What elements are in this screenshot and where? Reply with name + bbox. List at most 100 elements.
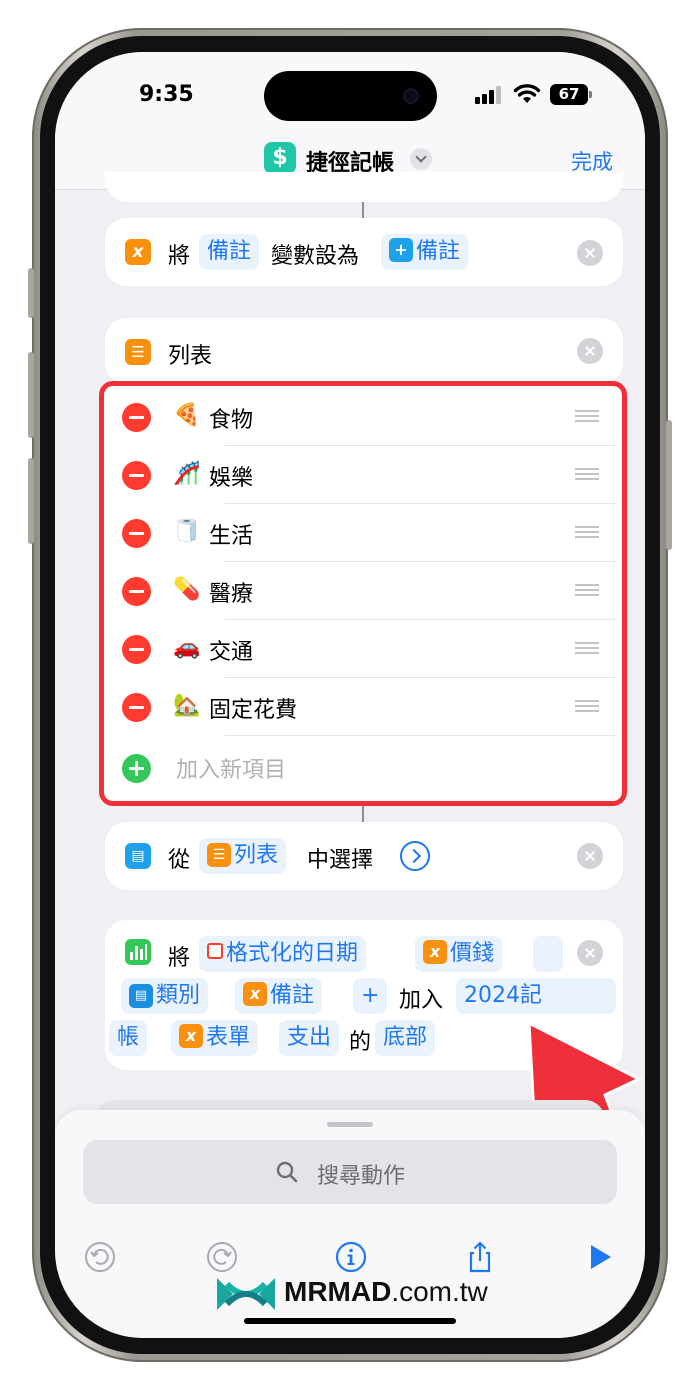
roller-coaster-icon: 🎢 [173,461,201,486]
variable-icon: x [423,940,447,964]
variable-value-label: 備註 [416,239,461,264]
reorder-handle-icon[interactable] [575,700,599,712]
battery-icon: 67 [550,84,592,105]
list-item-label[interactable]: 固定花費 [209,692,297,724]
volume-down-button [28,458,34,544]
connector-line [362,202,364,218]
info-icon[interactable] [334,1240,368,1274]
formatted-date-token[interactable]: 格式化的日期 [199,936,367,972]
power-button [666,420,672,550]
list-icon: ☰ [207,843,231,867]
play-icon[interactable] [583,1240,617,1274]
variable-name-token[interactable]: 備註 [199,234,260,270]
list-item-label[interactable]: 醫療 [209,576,253,608]
mrmad-logo-icon [217,1278,275,1310]
list-item-label[interactable]: 生活 [209,518,253,550]
toilet-paper-icon: 🧻 [173,519,201,544]
brand-text: MRMAD.com.tw [284,1276,488,1308]
dynamic-island [264,71,437,121]
add-text: 加入 [399,988,444,1013]
reorder-handle-icon[interactable] [575,468,599,480]
plus-token[interactable]: + [353,978,388,1014]
spreadsheet-token-part1[interactable]: 2024記 [456,978,616,1014]
list-item: 🧻 生活 [110,504,615,562]
search-icon [276,1161,298,1183]
delete-item-button[interactable] [122,519,151,548]
divider [225,735,615,736]
delete-item-button[interactable] [122,577,151,606]
list-item-label[interactable]: 食物 [209,402,253,434]
previous-action-card [105,172,623,202]
redo-icon[interactable] [205,1240,239,1274]
reorder-handle-icon[interactable] [575,410,599,422]
list-action-card: ☰ 列表 [105,318,623,384]
choose-from-list-card: ▤ 從 ☰ 列表 中選擇 [105,822,623,890]
share-icon[interactable] [463,1240,497,1274]
numbers-app-icon [125,939,151,965]
status-bar: 9:35 67 [55,52,645,142]
expense-token[interactable]: 支出 [279,1020,340,1056]
connector-line [362,806,364,822]
list-item-label[interactable]: 娛樂 [209,460,253,492]
choose-text: 中選擇 [307,848,374,873]
add-item-button[interactable] [122,754,151,783]
add-list-item-row[interactable]: 加入新項目 [110,740,615,798]
car-icon: 🚗 [173,635,201,660]
variable-icon: x [243,982,267,1006]
list-item: 🎢 娛樂 [110,446,615,504]
reorder-handle-icon[interactable] [575,642,599,654]
form-label: 表單 [206,1025,251,1050]
form-token[interactable]: x 表單 [171,1020,259,1056]
delete-item-button[interactable] [122,403,151,432]
formatted-date-label: 格式化的日期 [226,941,359,966]
calendar-icon [207,943,223,959]
menu-result-icon: ▤ [129,984,153,1008]
note-token[interactable]: x 備註 [235,978,323,1014]
remove-action-button[interactable] [577,240,603,266]
text-bubble-icon: + [389,238,413,262]
delete-item-button[interactable] [122,635,151,664]
pizza-icon: 🍕 [173,403,201,428]
note-label: 備註 [270,983,315,1008]
price-token[interactable]: x 價錢 [415,936,503,972]
list-item-label[interactable]: 交通 [209,634,253,666]
choose-menu-icon: ▤ [125,843,151,869]
chevron-down-icon[interactable] [410,148,432,170]
screen: 9:35 67 $ 捷徑記帳 完成 x 將 備註 變數設為 +備註 ☰ 列表 [55,52,645,1338]
variable-value-token[interactable]: + 備註 [381,234,469,270]
search-placeholder: 搜尋動作 [317,1164,406,1189]
pill-icon: 💊 [173,577,201,602]
remove-action-button[interactable] [577,843,603,869]
delete-item-button[interactable] [122,461,151,490]
spreadsheet-token-part2[interactable]: 帳 [109,1020,148,1056]
list-item: 🚗 交通 [110,620,615,678]
reorder-handle-icon[interactable] [575,584,599,596]
search-input[interactable]: 搜尋動作 [83,1140,617,1204]
expand-options-icon[interactable] [400,841,430,871]
remove-action-button[interactable] [577,940,603,966]
cellular-signal-icon [475,86,505,104]
sheet-handle[interactable] [327,1122,373,1127]
wifi-icon [513,84,541,103]
of-text: 的 [349,1030,372,1055]
list-item: 🍕 食物 [110,388,615,446]
shortcut-app-icon: $ [264,142,296,174]
set-var-verb: 將 [168,244,191,269]
variable-icon: x [179,1024,203,1048]
delete-item-button[interactable] [122,693,151,722]
status-time: 9:35 [139,82,194,107]
overflow-token [533,936,563,972]
category-token[interactable]: ▤ 類別 [121,978,209,1014]
append-verb: 將 [168,946,191,971]
list-token[interactable]: ☰ 列表 [199,838,287,874]
undo-icon[interactable] [83,1240,117,1274]
reorder-handle-icon[interactable] [575,526,599,538]
house-icon: 🏡 [173,693,201,718]
volume-up-button [28,352,34,438]
price-label: 價錢 [450,941,495,966]
add-item-label[interactable]: 加入新項目 [176,752,286,784]
category-label: 類別 [156,983,201,1008]
home-indicator[interactable] [244,1318,456,1324]
position-token[interactable]: 底部 [375,1020,436,1056]
remove-action-button[interactable] [577,338,603,364]
